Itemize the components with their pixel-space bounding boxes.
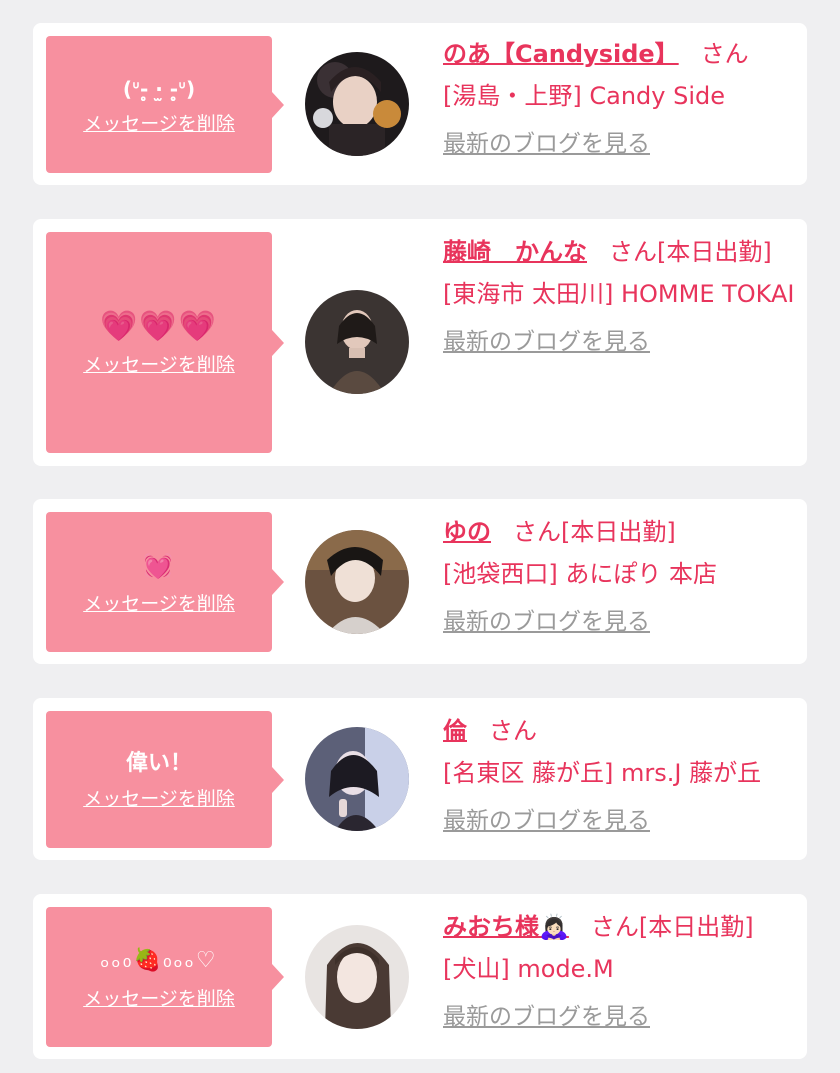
shop-text: [東海市 太田川] HOMME TOKAI xyxy=(443,280,795,308)
san-suffix: さん xyxy=(609,238,657,266)
message-card: ₒₒ₀🍓₀ₒₒ♡ メッセージを削除 みおち様🙇🏻‍♀️ さん[本日出勤] [犬山]… xyxy=(33,894,807,1059)
message-bubble: (ᐡ-̥̥̥ ·̫ -̥̥̥ᐡ) メッセージを削除 xyxy=(46,36,284,173)
message-card: (ᐡ-̥̥̥ ·̫ -̥̥̥ᐡ) メッセージを削除 のあ【Candyside】さ… xyxy=(33,23,807,185)
delete-message-link[interactable]: メッセージを削除 xyxy=(46,592,272,616)
girl-name-link[interactable]: 倫 xyxy=(443,717,467,745)
message-bubble: 偉い！ メッセージを削除 xyxy=(46,711,284,848)
shop-text: [犬山] mode.M xyxy=(443,955,614,983)
girl-name-link[interactable]: のあ【Candyside】 xyxy=(443,40,679,68)
girl-name-link[interactable]: みおち様🙇🏻‍♀️ xyxy=(443,913,569,941)
latest-blog-link[interactable]: 最新のブログを見る xyxy=(443,1002,795,1032)
delete-message-link[interactable]: メッセージを削除 xyxy=(46,787,272,811)
message-card: 偉い！ メッセージを削除 倫さん [名東区 藤が丘] mrs.J 藤が丘 最新の… xyxy=(33,698,807,860)
message-bubble: 💗💗💗 メッセージを削除 xyxy=(46,232,284,453)
shop-text: [名東区 藤が丘] mrs.J 藤が丘 xyxy=(443,759,762,787)
status-text: [本日出勤] xyxy=(657,238,772,266)
status-text: [本日出勤] xyxy=(638,913,754,941)
delete-message-link[interactable]: メッセージを削除 xyxy=(46,987,272,1011)
message-card: 💗💗💗 メッセージを削除 藤崎 かんな さん[本日出勤] [東海市 太田川] HO… xyxy=(33,219,807,466)
info: のあ【Candyside】 さん [湯島・上野] Candy Side 最新のブロ… xyxy=(443,33,795,159)
delete-message-link[interactable]: メッセージを削除 xyxy=(46,353,272,377)
message-text: 💗💗💗 xyxy=(99,308,219,344)
latest-blog-link[interactable]: 最新のブログを見る xyxy=(443,806,795,836)
avatar[interactable] xyxy=(305,530,409,634)
latest-blog-link[interactable]: 最新のブログを見る xyxy=(443,607,795,637)
message-text: 偉い！ xyxy=(125,750,192,776)
info: 倫さん [名東区 藤が丘] mrs.J 藤が丘 最新のブログを見る xyxy=(443,710,795,836)
shop-text: [湯島・上野] Candy Side xyxy=(443,82,725,110)
girl-name-link[interactable]: 藤崎 かんな xyxy=(443,238,587,266)
delete-message-link[interactable]: メッセージを削除 xyxy=(46,112,272,136)
san-suffix: さん xyxy=(700,40,749,68)
avatar[interactable] xyxy=(305,52,409,156)
latest-blog-link[interactable]: 最新のブログを見る xyxy=(443,327,795,357)
avatar[interactable] xyxy=(305,727,409,831)
message-text: ₒₒ₀🍓₀ₒₒ♡ xyxy=(100,948,218,973)
info: みおち様🙇🏻‍♀️ さん[本日出勤] [犬山] mode.M 最新のブログを見る xyxy=(443,906,795,1032)
shop-text: [池袋西口] あにぽり 本店 xyxy=(443,560,717,588)
info: 藤崎 かんな さん[本日出勤] [東海市 太田川] HOMME TOKAI 最新の… xyxy=(443,231,795,357)
san-suffix: さん xyxy=(489,717,537,745)
message-bubble: ₒₒ₀🍓₀ₒₒ♡ メッセージを削除 xyxy=(46,907,284,1047)
message-card: 💓 メッセージを削除 ゆの さん[本日出勤] [池袋西口] あにぽり 本店 最新の… xyxy=(33,499,807,664)
avatar[interactable] xyxy=(305,925,409,1029)
girl-name-link[interactable]: ゆの xyxy=(443,518,491,546)
san-suffix: さん xyxy=(590,913,639,941)
message-text: 💓 xyxy=(143,552,175,580)
latest-blog-link[interactable]: 最新のブログを見る xyxy=(443,129,795,159)
status-text: [本日出勤] xyxy=(561,518,676,546)
avatar[interactable] xyxy=(305,290,409,394)
info: ゆの さん[本日出勤] [池袋西口] あにぽり 本店 最新のブログを見る xyxy=(443,511,795,637)
message-text: (ᐡ-̥̥̥ ·̫ -̥̥̥ᐡ) xyxy=(122,76,196,101)
san-suffix: さん xyxy=(513,518,561,546)
message-bubble: 💓 メッセージを削除 xyxy=(46,512,284,652)
